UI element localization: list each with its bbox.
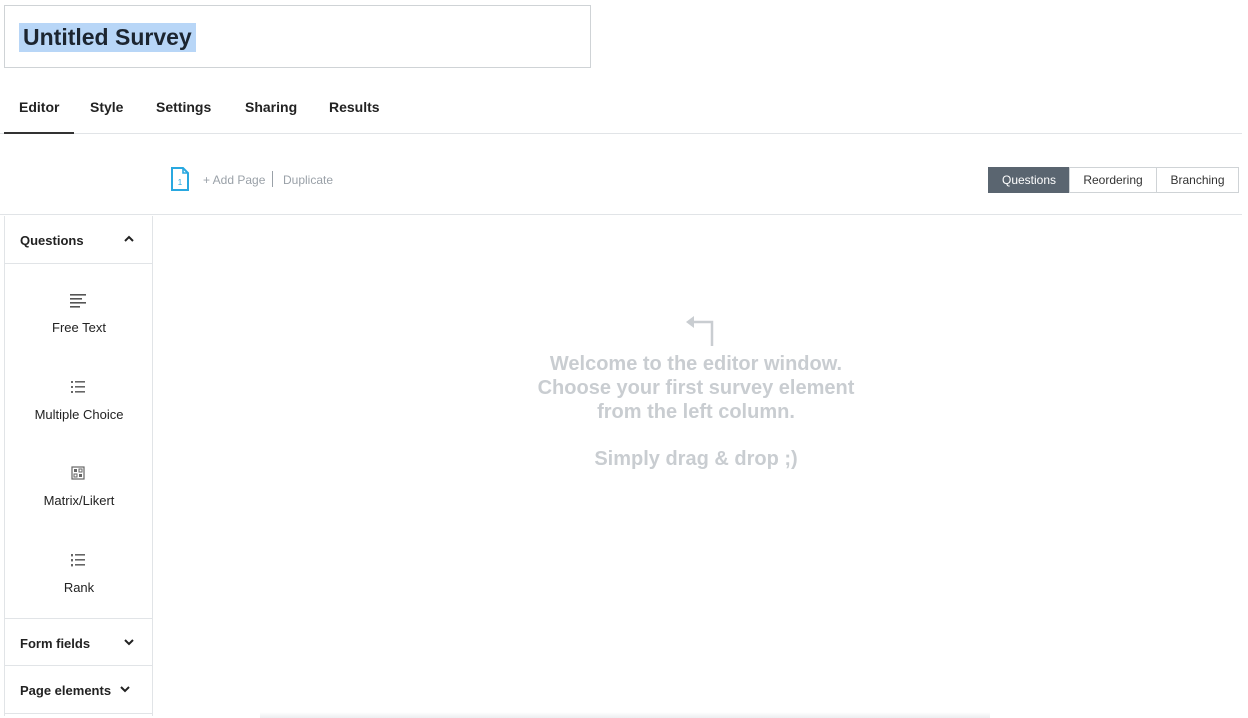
matrix-icon	[71, 466, 85, 480]
page-elements-section-header[interactable]: Page elements	[5, 666, 153, 714]
mode-questions-button[interactable]: Questions	[988, 167, 1070, 193]
question-type-multiple-choice[interactable]: Multiple Choice	[5, 379, 153, 459]
editor-canvas[interactable]: Welcome to the editor window. Choose you…	[154, 216, 1242, 716]
survey-title-text[interactable]: Untitled Survey	[19, 23, 196, 52]
questions-section-label: Questions	[20, 233, 84, 248]
drag-drop-hint: Simply drag & drop ;)	[594, 448, 798, 470]
add-page-link[interactable]: + Add Page	[203, 173, 265, 187]
text-lines-icon	[70, 294, 86, 308]
mode-branching-button[interactable]: Branching	[1156, 167, 1239, 193]
rank-list-icon	[71, 554, 85, 567]
chevron-down-icon	[124, 639, 134, 646]
questions-section-header[interactable]: Questions	[5, 216, 153, 264]
tab-settings[interactable]: Settings	[156, 98, 211, 116]
element-sidebar: Questions Free Text Multiple Choice Matr…	[4, 216, 153, 716]
tab-results[interactable]: Results	[329, 98, 380, 116]
form-fields-section-header[interactable]: Form fields	[5, 618, 153, 666]
welcome-line-1: Welcome to the editor window.	[549, 353, 843, 375]
canvas-bottom-shadow	[260, 712, 990, 718]
question-type-matrix-likert[interactable]: Matrix/Likert	[5, 465, 153, 545]
tab-editor[interactable]: Editor	[3, 98, 76, 134]
question-type-free-text[interactable]: Free Text	[5, 292, 153, 372]
mode-reordering-button[interactable]: Reordering	[1069, 167, 1157, 193]
welcome-line-3: from the left column.	[597, 401, 795, 423]
chevron-up-icon	[124, 235, 134, 242]
arrow-left-up-icon	[686, 316, 714, 346]
survey-title-field[interactable]: Untitled Survey	[4, 5, 591, 68]
question-type-label: Free Text	[52, 320, 106, 335]
question-type-label: Rank	[63, 580, 95, 595]
list-icon	[71, 381, 85, 393]
tab-sharing[interactable]: Sharing	[245, 98, 297, 116]
question-type-label: Multiple Choice	[34, 407, 124, 422]
page-elements-section-label: Page elements	[20, 683, 112, 698]
chevron-down-icon	[120, 686, 130, 693]
tab-style[interactable]: Style	[90, 98, 123, 116]
page-icon[interactable]: 1	[170, 167, 190, 192]
form-fields-section-label: Form fields	[20, 636, 91, 651]
welcome-line-2: Choose your first survey element	[537, 377, 855, 399]
duplicate-link[interactable]: Duplicate	[283, 173, 333, 187]
toolbar-divider	[272, 171, 273, 187]
page-toolbar: 1 + Add Page Duplicate Questions Reorder…	[0, 160, 1242, 215]
main-tabs: Editor Style Settings Sharing Results	[0, 86, 1242, 134]
question-type-label: Matrix/Likert	[43, 493, 115, 508]
page-number: 1	[178, 178, 183, 187]
